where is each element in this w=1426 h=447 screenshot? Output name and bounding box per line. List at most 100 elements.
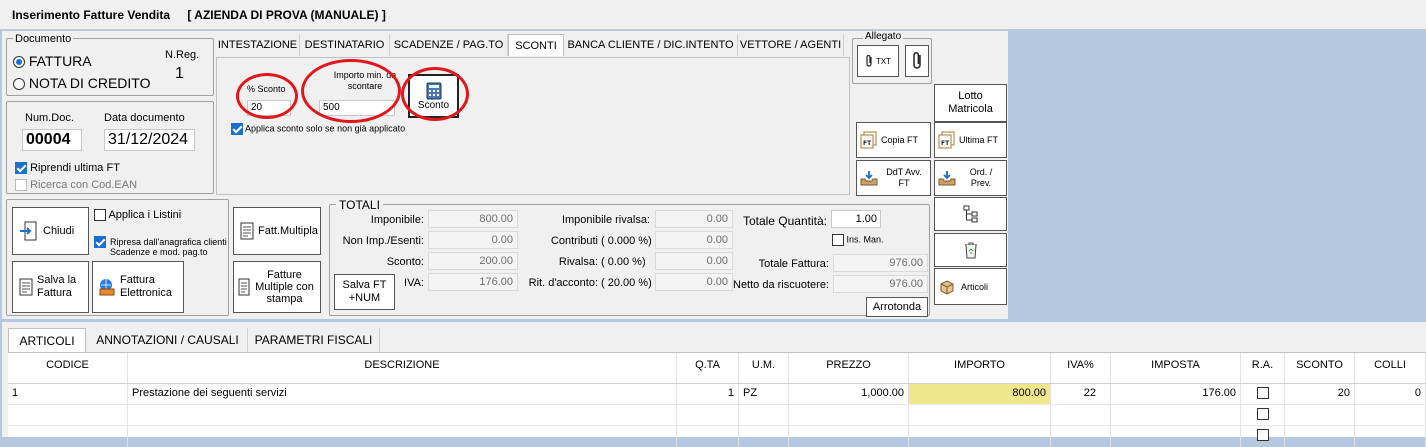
cell-ra-empty[interactable] xyxy=(1241,405,1285,425)
fatture-multiple-stampa-label: Fatture Multiple con stampa xyxy=(255,269,314,305)
tab-banca-cliente[interactable]: BANCA CLIENTE / DIC.INTENTO xyxy=(564,34,738,56)
chiudi-button[interactable]: Chiudi xyxy=(12,207,89,255)
applica-sconto-checkbox[interactable]: Applica sconto solo se non già applicato xyxy=(231,123,405,135)
tab-parametri-fiscali[interactable]: PARAMETRI FISCALI xyxy=(248,328,380,352)
rivalsa-label: Rivalsa: xyxy=(558,256,598,268)
ultima-ft-button[interactable]: FT Ultima FT xyxy=(934,122,1007,158)
tab-articoli[interactable]: ARTICOLI xyxy=(8,328,86,352)
tab-annotazioni[interactable]: ANNOTAZIONI / CAUSALI xyxy=(88,328,248,352)
radio-nota-credito[interactable]: NOTA DI CREDITO xyxy=(13,75,151,91)
tab-scadenze[interactable]: SCADENZE / PAG.TO xyxy=(390,34,508,56)
contributi-label: Contributi xyxy=(550,235,598,247)
arrotonda-button[interactable]: Arrotonda xyxy=(866,297,928,317)
grid-header: CODICE DESCRIZIONE Q.TA U.M. PREZZO IMPO… xyxy=(8,353,1426,384)
cell-qta[interactable]: 1 xyxy=(677,384,739,404)
ins-man-check[interactable] xyxy=(832,234,844,246)
date-field[interactable]: 31/12/2024 xyxy=(104,129,195,151)
salva-fattura-button[interactable]: Salva la Fattura xyxy=(12,261,89,313)
applica-listini-check[interactable] xyxy=(94,209,106,222)
sconto-button-label: Sconto xyxy=(417,99,450,111)
empty-cell[interactable] xyxy=(1355,405,1426,425)
ritacconto-label: Rit. d'acconto: xyxy=(528,277,598,289)
cell-descrizione[interactable]: Prestazione dei seguenti servizi xyxy=(128,384,677,404)
copia-ft-button[interactable]: FT Copia FT xyxy=(856,122,931,158)
empty-cell[interactable] xyxy=(1285,405,1355,425)
tot-qta-field[interactable]: 1.00 xyxy=(831,210,881,228)
empty-cell[interactable] xyxy=(677,405,739,425)
cell-codice[interactable]: 1 xyxy=(8,384,128,404)
col-importo[interactable]: IMPORTO xyxy=(909,353,1051,383)
ins-man-label: Ins. Man. xyxy=(846,234,884,245)
col-iva[interactable]: IVA% xyxy=(1051,353,1111,383)
tab-intestazione[interactable]: INTESTAZIONE xyxy=(216,34,300,56)
ra-checkbox[interactable] xyxy=(1256,387,1269,400)
ra-checkbox[interactable] xyxy=(1256,429,1269,442)
cell-um[interactable]: PZ xyxy=(739,384,789,404)
fattura-elettronica-button[interactable]: Fattura Elettronica xyxy=(92,261,184,313)
col-ra[interactable]: R.A. xyxy=(1241,353,1285,383)
salva-ft-num-label: Salva FT +NUM xyxy=(342,279,387,304)
radio-fattura-circle[interactable] xyxy=(13,56,25,69)
sconto-button[interactable]: Sconto xyxy=(408,74,459,118)
radio-fattura[interactable]: FATTURA xyxy=(13,53,92,69)
col-imposta[interactable]: IMPOSTA xyxy=(1111,353,1241,383)
riprendi-checkbox[interactable]: Riprendi ultima FT xyxy=(15,162,120,175)
cell-imposta[interactable]: 176.00 xyxy=(1111,384,1241,404)
percent-sconto-field[interactable]: 20 xyxy=(247,100,291,116)
table-row-empty[interactable] xyxy=(8,405,1426,426)
txt-button-label: TXT xyxy=(875,56,892,66)
empty-cell[interactable] xyxy=(909,405,1051,425)
cell-colli[interactable]: 0 xyxy=(1355,384,1426,404)
salva-ft-num-button[interactable]: Salva FT +NUM xyxy=(334,274,395,310)
col-colli[interactable]: COLLI xyxy=(1355,353,1426,383)
tab-destinatario[interactable]: DESTINATARIO xyxy=(300,34,390,56)
col-qta[interactable]: Q.TA xyxy=(677,353,739,383)
cell-ra[interactable] xyxy=(1241,384,1285,404)
articoli-button[interactable]: Articoli xyxy=(934,268,1007,305)
col-sconto[interactable]: SCONTO xyxy=(1285,353,1355,383)
txt-attachment-button[interactable]: TXT xyxy=(857,45,899,77)
attach-file-button[interactable] xyxy=(905,45,929,77)
empty-cell[interactable] xyxy=(8,405,128,425)
tree-structure-button[interactable] xyxy=(934,197,1007,231)
col-um[interactable]: U.M. xyxy=(739,353,789,383)
salva-fattura-label: Salva la Fattura xyxy=(37,274,77,299)
ripresa-check[interactable] xyxy=(94,236,106,249)
tab-sconti[interactable]: SCONTI xyxy=(508,34,564,56)
ddt-avv-button[interactable]: DdT Avv. FT xyxy=(856,160,931,196)
allegato-group: Allegato TXT xyxy=(852,31,932,84)
cell-sconto[interactable]: 20 xyxy=(1285,384,1355,404)
empty-cell[interactable] xyxy=(1051,405,1111,425)
fatt-multipla-button[interactable]: Fatt.Multipla xyxy=(233,207,321,255)
ripresa-checkbox[interactable]: Ripresa dall'anagrafica clienti Scadenze… xyxy=(94,225,230,257)
fatture-multiple-stampa-button[interactable]: Fatture Multiple con stampa xyxy=(233,261,321,313)
lotto-matricola-button[interactable]: Lotto Matricola xyxy=(934,84,1007,122)
empty-cell[interactable] xyxy=(739,405,789,425)
riprendi-check[interactable] xyxy=(15,162,27,175)
radio-nota-credito-circle[interactable] xyxy=(13,78,25,91)
ricerca-ean-checkbox[interactable]: Ricerca con Cod.EAN xyxy=(15,179,137,192)
tot-fattura-value: 976.00 xyxy=(833,254,928,272)
empty-cell[interactable] xyxy=(128,405,677,425)
ord-prev-label: Ord. / Prev. xyxy=(969,167,993,188)
col-descrizione[interactable]: DESCRIZIONE xyxy=(128,353,677,383)
empty-cell[interactable] xyxy=(789,405,909,425)
applica-listini-checkbox[interactable]: Applica i Listini xyxy=(94,209,181,222)
ricerca-ean-check[interactable] xyxy=(15,179,27,192)
empty-cell[interactable] xyxy=(1111,405,1241,425)
applica-sconto-check[interactable] xyxy=(231,123,243,135)
cell-iva[interactable]: 22 xyxy=(1051,384,1111,404)
recycle-bin-button[interactable] xyxy=(934,233,1007,267)
table-row[interactable]: 1 Prestazione dei seguenti servizi 1 PZ … xyxy=(8,384,1426,405)
tab-vettore-agenti[interactable]: VETTORE / AGENTI xyxy=(738,34,844,56)
cell-importo[interactable]: 800.00 xyxy=(909,384,1051,404)
importo-min-field[interactable]: 500 xyxy=(319,100,395,116)
col-codice[interactable]: CODICE xyxy=(8,353,128,383)
ord-prev-button[interactable]: Ord. / Prev. xyxy=(934,160,1007,196)
imponibile-label: Imponibile: xyxy=(370,214,424,226)
numdoc-field[interactable]: 00004 xyxy=(22,129,82,151)
cell-prezzo[interactable]: 1,000.00 xyxy=(789,384,909,404)
ra-checkbox[interactable] xyxy=(1256,408,1269,421)
col-prezzo[interactable]: PREZZO xyxy=(789,353,909,383)
ins-man-checkbox[interactable]: Ins. Man. xyxy=(832,234,884,246)
